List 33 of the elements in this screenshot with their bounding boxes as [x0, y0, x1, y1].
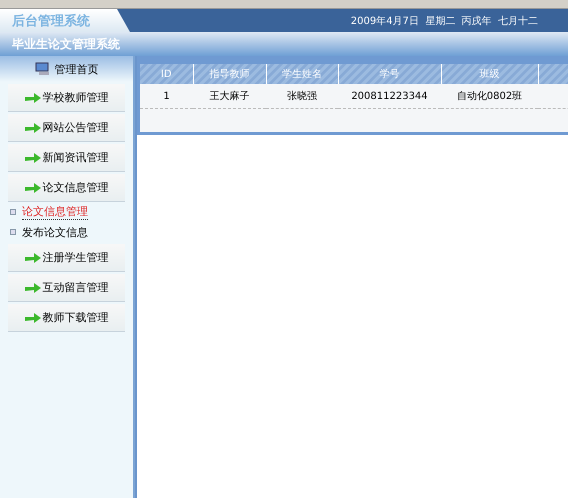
bullet-icon [10, 229, 16, 235]
menu-item[interactable]: 学校教师管理 [8, 84, 125, 112]
table-cell: 张晓强 [266, 84, 338, 108]
column-header: ID [140, 64, 193, 84]
table-cell: 自动化0802班 [441, 84, 538, 108]
arrow-icon [24, 312, 40, 322]
menu-item[interactable]: 论文信息管理 [8, 174, 125, 202]
menu-item[interactable]: 注册学生管理 [8, 244, 125, 272]
computer-icon [34, 62, 50, 76]
arrow-icon [24, 182, 40, 192]
bullet-icon [10, 209, 16, 215]
arrow-icon [24, 92, 40, 102]
home-link[interactable]: 管理首页 [0, 56, 133, 82]
submenu-link[interactable]: 论文信息管理 [22, 204, 88, 220]
subtitle-bar: 毕业生论文管理系统 [0, 32, 568, 56]
arrow-icon [24, 282, 40, 292]
table-cell: 1 [140, 84, 193, 108]
arrow-icon [24, 122, 40, 132]
menu-item[interactable]: 互动留言管理 [8, 274, 125, 302]
arrow-icon [24, 252, 40, 262]
menu-item[interactable]: 新闻资讯管理 [8, 144, 125, 172]
date-text: 2009年4月7日 星期二 丙戌年 七月十二 [350, 14, 539, 28]
submenu-link[interactable]: 发布论文信息 [22, 224, 88, 240]
table-cell: 王大麻子 [193, 84, 266, 108]
menu-item[interactable]: 网站公告管理 [8, 114, 125, 142]
column-header: 班级 [441, 64, 538, 84]
column-header: 学生姓名 [266, 64, 338, 84]
table-cell: 200811223344 [338, 84, 441, 108]
column-header: 指导教师 [193, 64, 266, 84]
arrow-icon [24, 152, 40, 162]
logo-text: 后台管理系统 [0, 9, 130, 32]
column-header: 学号 [338, 64, 441, 84]
menu-item[interactable]: 教师下载管理 [8, 304, 125, 332]
